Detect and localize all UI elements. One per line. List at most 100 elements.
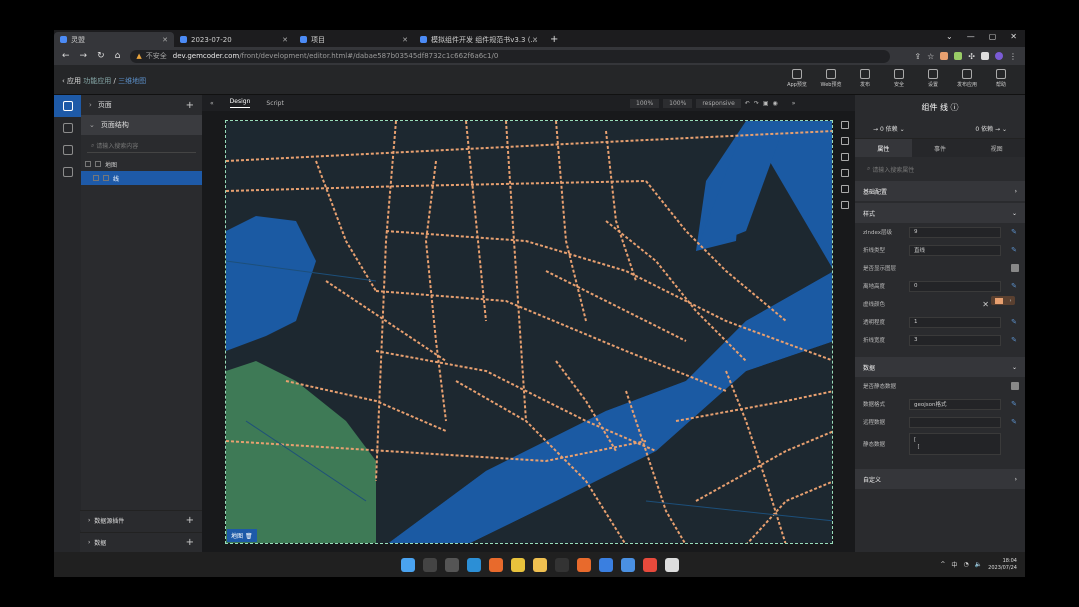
settings-button[interactable]: 设置 — [921, 69, 945, 88]
tree-node-line[interactable]: 线 — [81, 171, 202, 185]
close-icon[interactable]: ✕ — [402, 36, 408, 44]
tab-view[interactable]: 视图 — [968, 139, 1025, 157]
edit-icon[interactable]: ✎ — [1011, 318, 1017, 326]
browser-tab-1[interactable]: 灵盟 ✕ — [54, 32, 174, 47]
chrome-icon[interactable] — [510, 557, 525, 572]
star-icon[interactable]: ☆ — [927, 52, 934, 61]
firefox-icon[interactable] — [488, 557, 503, 572]
opacity-input[interactable]: 1 — [909, 316, 1001, 328]
redo-icon[interactable]: ↷ — [754, 100, 759, 107]
close-icon[interactable]: ✕ — [282, 36, 288, 44]
extension-icon[interactable] — [940, 52, 949, 60]
clock[interactable]: 18:04 2023/07/24 — [988, 558, 1017, 572]
ime-indicator[interactable]: 中 — [951, 560, 957, 569]
close-icon[interactable]: ✕ — [1010, 32, 1017, 41]
delete-icon[interactable]: 🗑 — [245, 533, 253, 540]
sidepanel-icon[interactable] — [981, 52, 989, 60]
folder-icon[interactable] — [532, 557, 547, 572]
tablet-icon[interactable] — [841, 137, 849, 145]
volume-icon[interactable]: 🔈 — [975, 561, 982, 568]
section-basic[interactable]: 基础配置 › — [855, 181, 1025, 201]
add-data-source-button[interactable]: + — [186, 515, 194, 526]
line-type-select[interactable]: 直线 — [909, 244, 1001, 256]
forward-icon[interactable]: → — [80, 51, 88, 61]
rail-tree[interactable] — [54, 139, 81, 161]
close-icon[interactable]: ✕ — [162, 36, 168, 44]
eye-icon[interactable]: ◉ — [773, 100, 778, 107]
search-icon[interactable] — [422, 557, 437, 572]
static-data-checkbox[interactable] — [1011, 382, 1019, 390]
line-width-input[interactable]: 3 — [909, 334, 1001, 346]
crumb-item[interactable]: 应用 — [67, 77, 81, 85]
responsive-select[interactable]: responsive — [696, 98, 741, 108]
color-picker[interactable]: › — [991, 296, 1015, 305]
app-icon[interactable] — [576, 557, 591, 572]
windows-start-icon[interactable] — [400, 557, 415, 572]
map-component[interactable]: 地图 🗑 — [225, 120, 833, 544]
rail-pages[interactable] — [54, 95, 81, 117]
help-button[interactable]: 帮助 — [989, 69, 1013, 88]
pages-section[interactable]: › 页面 + — [81, 95, 202, 115]
chevron-up-icon[interactable]: ^ — [940, 561, 945, 568]
show-layer-checkbox[interactable] — [1011, 264, 1019, 272]
back-chevron-icon[interactable]: ‹ — [62, 77, 65, 85]
crumb-item[interactable]: 功能应用 — [83, 77, 111, 85]
data-section[interactable]: › 数据 + — [80, 532, 202, 552]
chevron-down-icon[interactable]: ⌄ — [946, 32, 953, 41]
format-select[interactable]: geojson格式 — [909, 398, 1001, 410]
edit-icon[interactable]: ✎ — [1011, 228, 1017, 236]
structure-search-input[interactable]: ⌕ 请输入搜索内容 — [87, 139, 196, 153]
avatar[interactable] — [995, 52, 1003, 60]
collapse-icon[interactable] — [85, 161, 91, 167]
network-icon[interactable]: ◔ — [963, 561, 968, 568]
app-icon[interactable] — [664, 557, 679, 572]
static-data-editor[interactable]: [ [ — [909, 433, 1001, 455]
url-input[interactable]: ▲ 不安全 dev.gemcoder.com/front/development… — [130, 49, 891, 63]
security-button[interactable]: 安全 — [887, 69, 911, 88]
restore-icon[interactable]: ▢ — [989, 32, 997, 41]
data-source-section[interactable]: › 数据源插件 + — [80, 510, 202, 530]
app-icon[interactable] — [598, 557, 613, 572]
publish-button[interactable]: 发布 — [853, 69, 877, 88]
task-view-icon[interactable] — [444, 557, 459, 572]
section-style[interactable]: 样式 ⌄ — [855, 203, 1025, 223]
monitor-icon[interactable] — [841, 121, 849, 129]
edit-icon[interactable]: ✎ — [1011, 336, 1017, 344]
robot-icon[interactable] — [841, 185, 849, 193]
map-tag[interactable]: 地图 🗑 — [227, 529, 257, 542]
tree-node-map[interactable]: 地图 — [81, 157, 202, 171]
collapse-left-icon[interactable]: « — [210, 100, 214, 107]
add-data-button[interactable]: + — [186, 537, 194, 548]
edit-icon[interactable]: ✎ — [1011, 282, 1017, 290]
browser-tab-2[interactable]: 2023-07-20 ✕ — [174, 32, 294, 47]
minimize-icon[interactable]: — — [967, 32, 975, 41]
menu-icon[interactable]: ⋮ — [1009, 52, 1017, 61]
edit-icon[interactable]: ✎ — [1011, 400, 1017, 408]
add-page-button[interactable]: + — [186, 100, 194, 111]
close-icon[interactable]: ✕ — [532, 36, 538, 44]
undo-icon[interactable]: ↶ — [745, 100, 750, 107]
rail-components[interactable] — [54, 117, 81, 139]
property-search-input[interactable]: ⌕ 请输入搜索属性 — [863, 160, 1017, 178]
share-icon[interactable]: ⇪ — [914, 52, 921, 61]
chart-icon[interactable] — [841, 153, 849, 161]
camera-icon[interactable] — [841, 169, 849, 177]
zoom-select[interactable]: 100% — [630, 98, 660, 108]
section-data[interactable]: 数据 ⌄ — [855, 357, 1025, 377]
new-tab-button[interactable]: + — [550, 32, 558, 47]
collapse-right-icon[interactable]: » — [792, 100, 796, 107]
app-icon[interactable] — [620, 557, 635, 572]
home-icon[interactable]: ⌂ — [115, 51, 121, 61]
edit-icon[interactable]: ✎ — [1011, 246, 1017, 254]
browser-tab-4[interactable]: 模拟组件开发 组件规范书v3.3 (... ✕ — [414, 32, 544, 47]
remote-data-input[interactable] — [909, 416, 1001, 428]
reload-icon[interactable]: ↻ — [97, 51, 105, 61]
help-icon[interactable]: ⓘ — [951, 102, 959, 113]
user-icon[interactable] — [841, 201, 849, 209]
app-icon[interactable] — [554, 557, 569, 572]
crumb-item[interactable]: 三维地图 — [118, 77, 146, 85]
save-icon[interactable]: ▣ — [763, 100, 769, 107]
puzzle-icon[interactable]: ✣ — [968, 52, 975, 61]
tab-properties[interactable]: 属性 — [855, 139, 912, 157]
zindex-input[interactable]: 9 — [909, 226, 1001, 238]
